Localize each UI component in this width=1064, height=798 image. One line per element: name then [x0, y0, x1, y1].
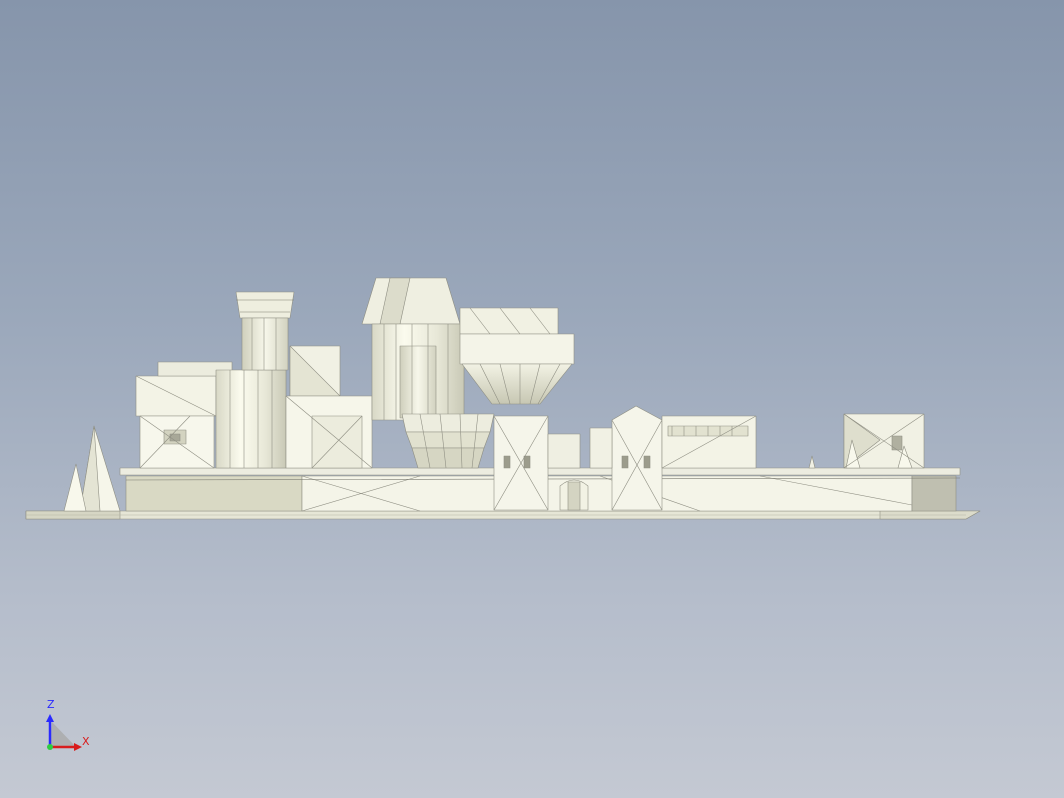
right-gatehouse: [611, 405, 663, 511]
z-axis-label: Z: [47, 698, 55, 711]
bowl-tower: [459, 307, 575, 405]
left-gatehouse: [493, 415, 549, 511]
stepped-base: [401, 413, 495, 469]
small-spike: [808, 455, 816, 469]
z-axis-arrowhead: [46, 714, 54, 722]
triad-plane: [50, 722, 76, 747]
x-axis-arrowhead: [74, 743, 82, 751]
castle-model[interactable]: [0, 0, 1064, 798]
right-cube: [843, 413, 925, 469]
x-axis-label: X: [82, 735, 90, 748]
left-spikes: [63, 425, 121, 512]
central-tower: [361, 277, 465, 421]
base-plate: [25, 510, 981, 520]
cad-viewport[interactable]: Z X: [0, 0, 1064, 798]
mid-left-building: [285, 345, 373, 469]
axis-triad: Z X: [38, 698, 98, 758]
left-tower: [215, 291, 295, 469]
origin-dot: [47, 744, 53, 750]
